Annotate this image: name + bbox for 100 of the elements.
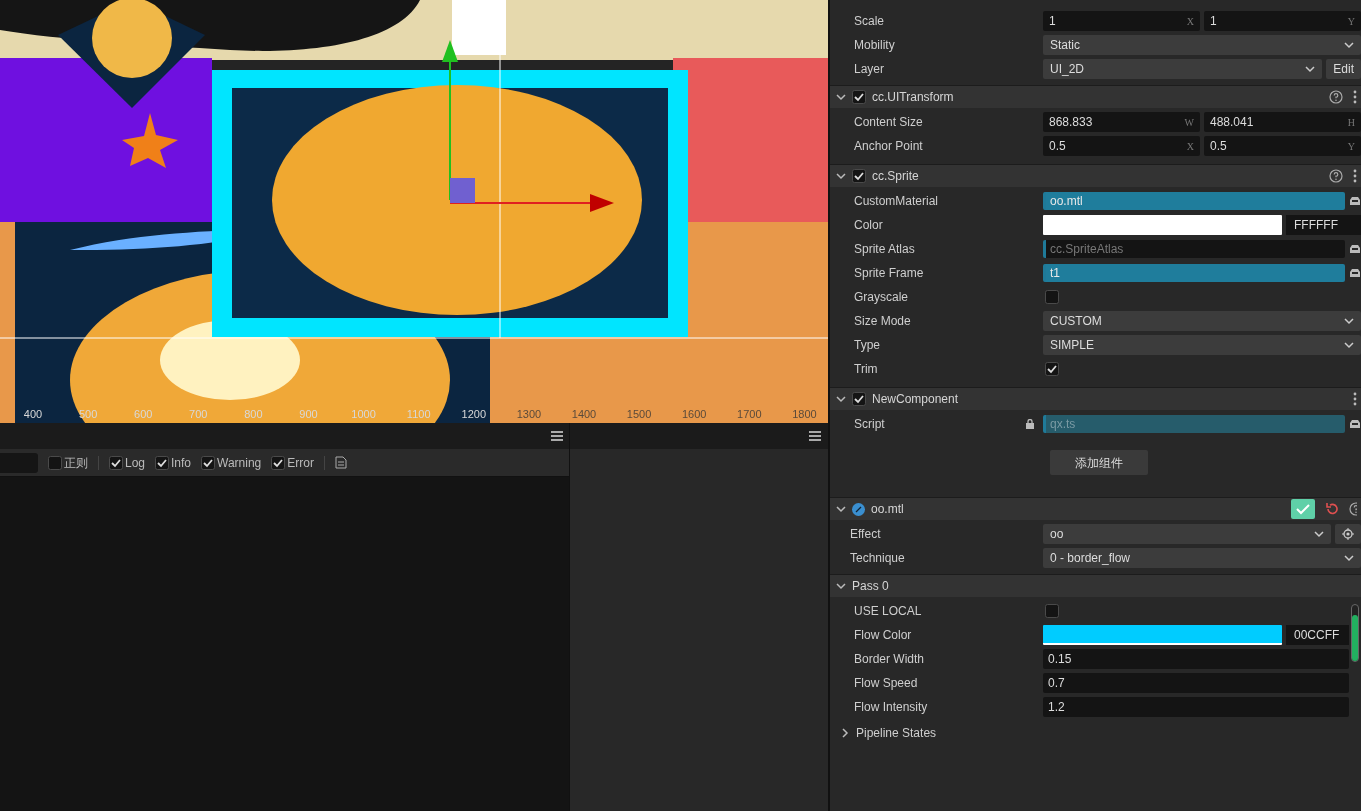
asset-field[interactable]: t1 — [1043, 264, 1345, 282]
asset-field[interactable]: cc.SpriteAtlas — [1043, 240, 1345, 258]
ruler-label: 900 — [299, 406, 318, 422]
dropdown[interactable]: 0 - border_flow — [1043, 548, 1361, 568]
checkbox[interactable] — [1045, 362, 1059, 376]
help-icon[interactable] — [1349, 502, 1357, 516]
tray-icon[interactable] — [1349, 268, 1361, 278]
hex-field[interactable]: 00CCFF — [1286, 625, 1349, 645]
number-field[interactable]: 1 Y — [1204, 11, 1361, 31]
component-header[interactable]: cc.UITransform — [830, 85, 1361, 108]
component-header[interactable]: cc.Sprite — [830, 164, 1361, 187]
checkbox[interactable] — [1045, 290, 1059, 304]
ruler-label: 500 — [78, 406, 98, 422]
ruler-label: 1200 — [461, 406, 487, 422]
menu-icon[interactable] — [809, 431, 821, 441]
revert-icon[interactable] — [1325, 502, 1339, 516]
field-label: Color — [854, 217, 883, 234]
number-field[interactable]: 868.833 W — [1043, 112, 1200, 132]
material-icon — [852, 502, 865, 516]
checkbox[interactable] — [155, 455, 170, 470]
ruler-label: 600 — [134, 406, 153, 422]
menu-icon[interactable] — [551, 431, 563, 441]
field-label: CustomMaterial — [854, 193, 939, 210]
pass-header[interactable]: Pass 0 — [830, 574, 1361, 597]
filter-label: 正则 — [64, 454, 88, 472]
asset-field[interactable]: oo.mtl — [1043, 192, 1345, 210]
number-field[interactable]: 1.2 — [1043, 697, 1349, 717]
checkbox[interactable] — [271, 455, 286, 470]
field-label: Flow Intensity — [854, 699, 928, 716]
component-header[interactable]: oo.mtl — [830, 497, 1361, 520]
field-label: Sprite Atlas — [854, 241, 915, 258]
field-label: Trim — [854, 361, 878, 378]
scrollbar[interactable] — [1351, 604, 1359, 662]
hex-field[interactable]: FFFFFF — [1286, 215, 1361, 235]
chevron-down-icon — [1344, 317, 1354, 325]
field-label: Size Mode — [854, 313, 911, 330]
chevron-down-icon[interactable] — [836, 581, 846, 591]
ruler-label: 1000 — [351, 406, 376, 422]
checkbox[interactable] — [109, 455, 123, 470]
ruler-label: 1400 — [571, 406, 597, 422]
checkbox[interactable] — [852, 392, 866, 406]
number-field[interactable]: 1 X — [1043, 11, 1200, 31]
number-field[interactable]: 0.5 Y — [1204, 136, 1361, 156]
color-swatch[interactable] — [1043, 625, 1282, 645]
help-icon[interactable] — [1329, 90, 1343, 104]
chevron-down-icon — [1344, 341, 1354, 349]
ruler-label: 700 — [189, 406, 208, 422]
dropdown[interactable]: oo — [1043, 524, 1331, 544]
checkbox[interactable] — [48, 455, 62, 470]
add-component-button[interactable]: 添加组件 — [1050, 450, 1148, 475]
ruler-label: 1800 — [792, 406, 817, 422]
checkbox[interactable] — [852, 169, 866, 183]
dropdown[interactable]: CUSTOM — [1043, 311, 1361, 331]
chevron-down-icon[interactable] — [836, 171, 846, 181]
ruler-label: 1300 — [516, 406, 542, 422]
chevron-down-icon[interactable] — [836, 504, 846, 514]
dropdown[interactable]: SIMPLE — [1043, 335, 1361, 355]
filter-label: Error — [287, 454, 314, 472]
more-icon[interactable] — [1353, 392, 1357, 406]
number-field[interactable]: 0.5 X — [1043, 136, 1200, 156]
ruler-label: 1700 — [737, 406, 762, 422]
field-label: Scale — [854, 13, 885, 30]
dropdown[interactable]: Static — [1043, 35, 1361, 55]
field-label: Flow Speed — [854, 675, 918, 692]
number-field[interactable]: 0.7 — [1043, 673, 1349, 693]
locate-button[interactable] — [1335, 524, 1361, 544]
field-label: Grayscale — [854, 289, 909, 306]
color-swatch[interactable] — [1043, 215, 1282, 235]
component-header[interactable]: NewComponent — [830, 387, 1361, 410]
tray-icon[interactable] — [1349, 419, 1361, 429]
field-label: Layer — [854, 61, 885, 78]
ruler-label: 1600 — [681, 406, 707, 422]
field-label: Border Width — [854, 651, 925, 668]
field-label: Flow Color — [854, 627, 912, 644]
field-label: Anchor Point — [854, 138, 923, 155]
filter-label: Warning — [217, 454, 262, 472]
more-icon[interactable] — [1353, 169, 1357, 183]
section-label[interactable]: Pipeline States — [856, 724, 937, 742]
more-icon[interactable] — [1353, 90, 1357, 104]
field-label: Sprite Frame — [854, 265, 924, 282]
checkbox[interactable] — [1045, 604, 1059, 618]
dropdown[interactable]: UI_2D — [1043, 59, 1323, 79]
chevron-right-icon[interactable] — [840, 728, 850, 738]
number-field[interactable]: 488.041 H — [1204, 112, 1361, 132]
tray-icon[interactable] — [1349, 196, 1361, 206]
chevron-down-icon[interactable] — [836, 394, 846, 404]
help-icon[interactable] — [1329, 169, 1343, 183]
checkbox[interactable] — [852, 90, 866, 104]
number-field[interactable]: 0.15 — [1043, 649, 1349, 669]
document-icon[interactable] — [334, 456, 347, 469]
edit-button[interactable]: Edit — [1326, 59, 1361, 79]
checkbox[interactable] — [201, 455, 216, 470]
chevron-down-icon — [1344, 554, 1354, 562]
tray-icon[interactable] — [1349, 244, 1361, 254]
field-label: USE LOCAL — [854, 603, 922, 620]
field-label: Mobility — [854, 37, 895, 54]
filter-label: Info — [171, 454, 192, 472]
ruler-label: 1500 — [626, 406, 652, 422]
chevron-down-icon[interactable] — [836, 92, 846, 102]
field-label: Effect — [850, 526, 881, 543]
